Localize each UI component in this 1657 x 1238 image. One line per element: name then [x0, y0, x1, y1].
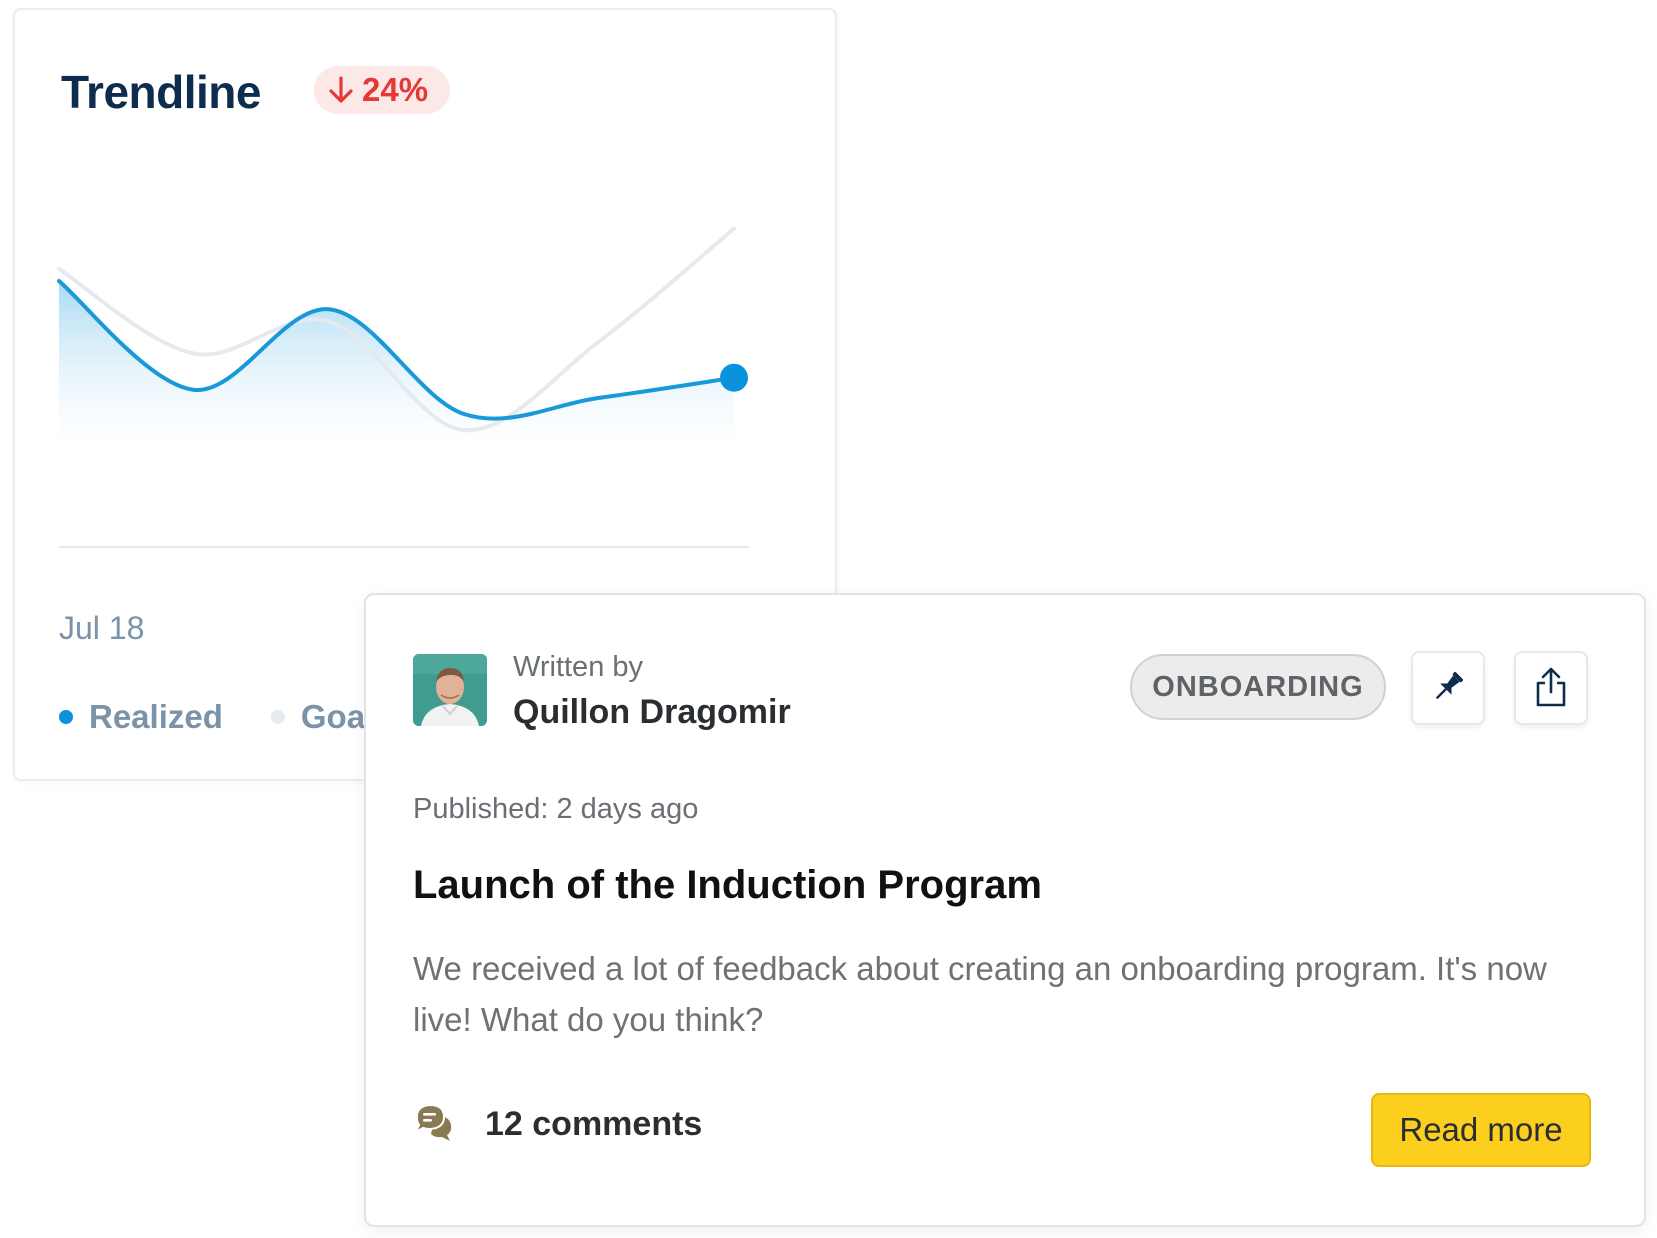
share-icon — [1533, 666, 1569, 711]
comments-icon — [413, 1101, 459, 1148]
written-by-label: Written by — [513, 651, 644, 683]
legend-label: Realized — [89, 698, 223, 735]
legend-item-goal: Goal — [270, 698, 374, 736]
realized-area — [59, 281, 734, 450]
category-tag[interactable]: ONBOARDING — [1130, 654, 1386, 720]
share-button[interactable] — [1514, 651, 1588, 725]
change-badge: 24% — [314, 66, 451, 114]
legend-dot — [270, 710, 285, 724]
legend-dot — [59, 710, 73, 724]
pin-button[interactable] — [1411, 651, 1485, 725]
chart-date-label: Jul 18 — [59, 610, 145, 646]
comments-link[interactable]: 12 comments — [413, 1101, 702, 1148]
published-date: Published: 2 days ago — [413, 793, 699, 825]
avatar[interactable] — [413, 654, 487, 726]
trendline-title: Trendline — [61, 66, 261, 118]
author-name[interactable]: Quillon Dragomir — [513, 693, 791, 732]
pin-icon — [1429, 668, 1467, 709]
last-point-marker[interactable] — [720, 363, 748, 392]
post-body: We received a lot of feedback about crea… — [413, 950, 1547, 1038]
comments-count: 12 comments — [485, 1105, 703, 1143]
read-more-button[interactable]: Read more — [1371, 1093, 1591, 1167]
change-value: 24% — [362, 71, 429, 108]
post-card: Written by Quillon Dragomir ONBOARDING P… — [364, 593, 1646, 1227]
legend-item-realized: Realized — [59, 698, 223, 736]
post-title[interactable]: Launch of the Induction Program — [413, 863, 1042, 908]
arrow-down-icon — [328, 75, 354, 105]
